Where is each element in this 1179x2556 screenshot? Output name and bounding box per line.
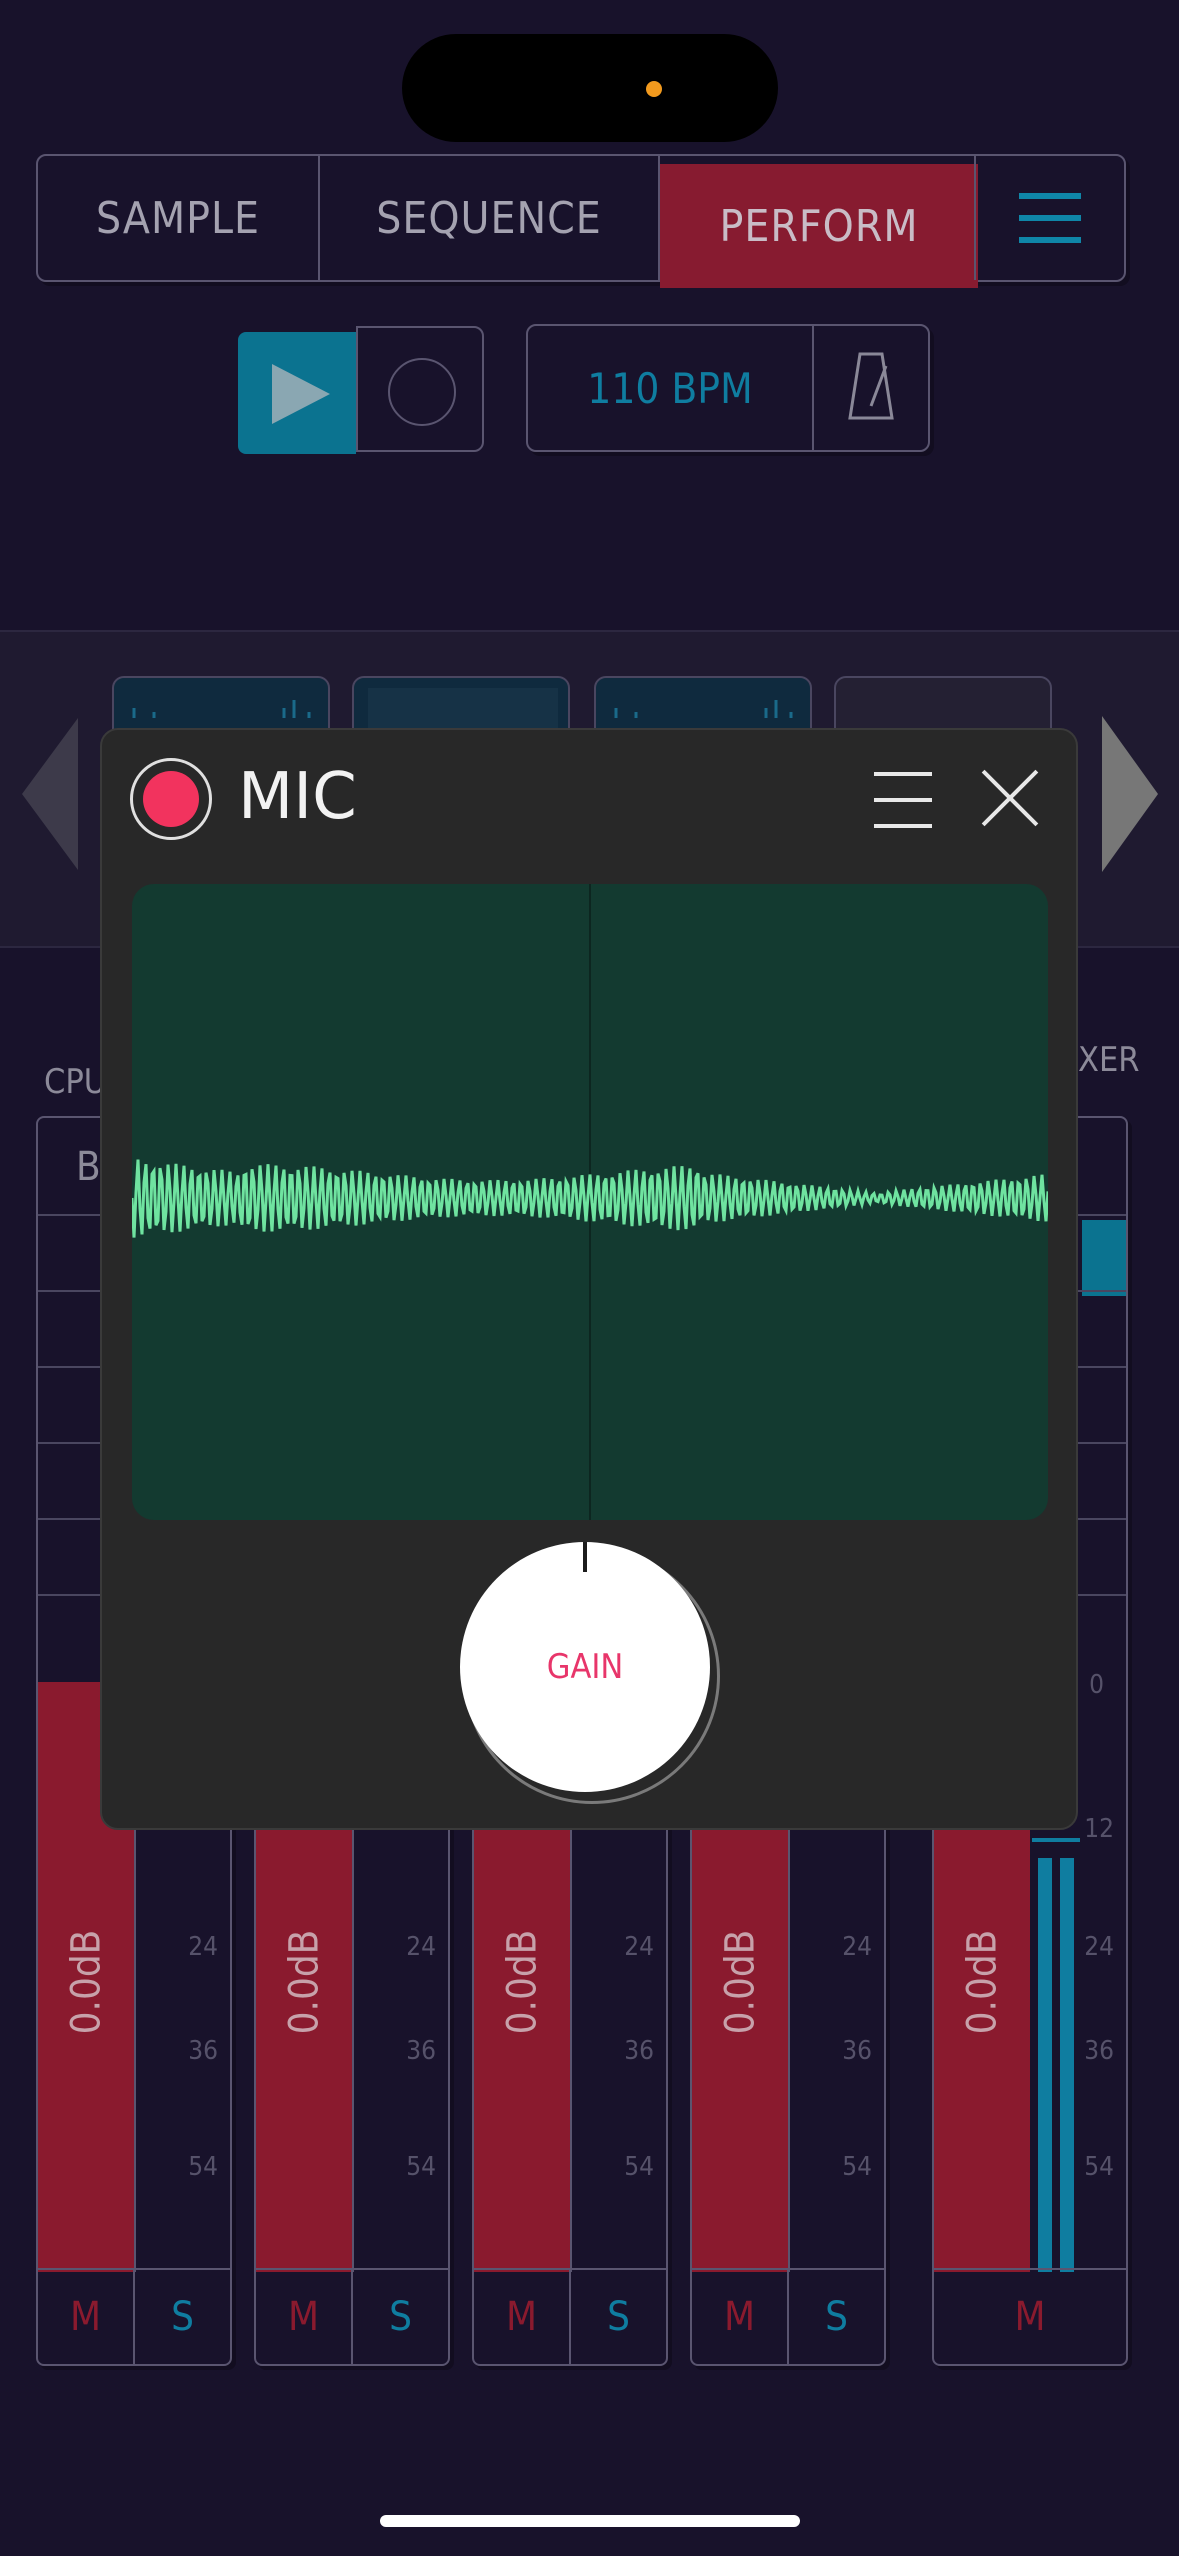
privacy-indicator-dot [646, 81, 662, 97]
track-label: B [76, 1144, 101, 1190]
record-button[interactable] [356, 326, 484, 452]
fader-db-value: 0.0dB [717, 1929, 763, 2035]
main-menu-button[interactable] [974, 156, 1124, 280]
cpu-label: CPU [44, 1062, 107, 1102]
mute-button[interactable]: M [474, 2270, 569, 2364]
mute-button[interactable]: M [38, 2270, 133, 2364]
gain-label: GAIN [546, 1647, 624, 1687]
tab-sample[interactable]: SAMPLE [38, 156, 320, 280]
gain-knob-indicator [583, 1542, 587, 1572]
master-mute-button[interactable]: M [934, 2270, 1126, 2364]
master-meter-left [1038, 1858, 1052, 2272]
fader-db-value: 0.0dB [63, 1929, 109, 2035]
metronome-icon [848, 352, 894, 420]
home-indicator [380, 2515, 800, 2527]
fader-db-value: 0.0dB [499, 1929, 545, 2035]
solo-button[interactable]: S [133, 2270, 230, 2364]
waveform-display [132, 884, 1048, 1520]
panel-menu-icon[interactable] [874, 772, 932, 828]
solo-button[interactable]: S [351, 2270, 448, 2364]
mute-button[interactable]: M [256, 2270, 351, 2364]
transport-controls [238, 326, 484, 456]
solo-button[interactable]: S [787, 2270, 884, 2364]
hamburger-icon [1019, 193, 1081, 199]
mic-record-button[interactable] [130, 758, 212, 840]
close-icon[interactable] [978, 766, 1042, 830]
panel-title: MIC [238, 760, 357, 834]
play-button[interactable] [238, 332, 356, 454]
fader-db-value: 0.0dB [281, 1929, 327, 2035]
master-meter-right [1060, 1858, 1074, 2272]
previous-pads-arrow-icon[interactable] [22, 718, 78, 870]
tab-perform[interactable]: PERFORM [660, 164, 978, 288]
mute-button[interactable]: M [692, 2270, 787, 2364]
solo-button[interactable]: S [569, 2270, 666, 2364]
metronome-button[interactable] [814, 326, 928, 450]
fader-db-value: 0.0dB [959, 1929, 1005, 2035]
tempo-control: 110 BPM [526, 324, 930, 452]
gain-knob[interactable]: GAIN [460, 1542, 710, 1792]
dynamic-island [402, 34, 778, 142]
next-pads-arrow-icon[interactable] [1102, 716, 1158, 872]
tab-sequence[interactable]: SEQUENCE [320, 156, 660, 280]
mixer-label: XER [1078, 1040, 1140, 1080]
mic-input-panel: MIC GAIN [100, 728, 1078, 1830]
bpm-display[interactable]: 110 BPM [528, 326, 814, 450]
mode-tab-bar: SAMPLE SEQUENCE PERFORM [36, 154, 1126, 288]
